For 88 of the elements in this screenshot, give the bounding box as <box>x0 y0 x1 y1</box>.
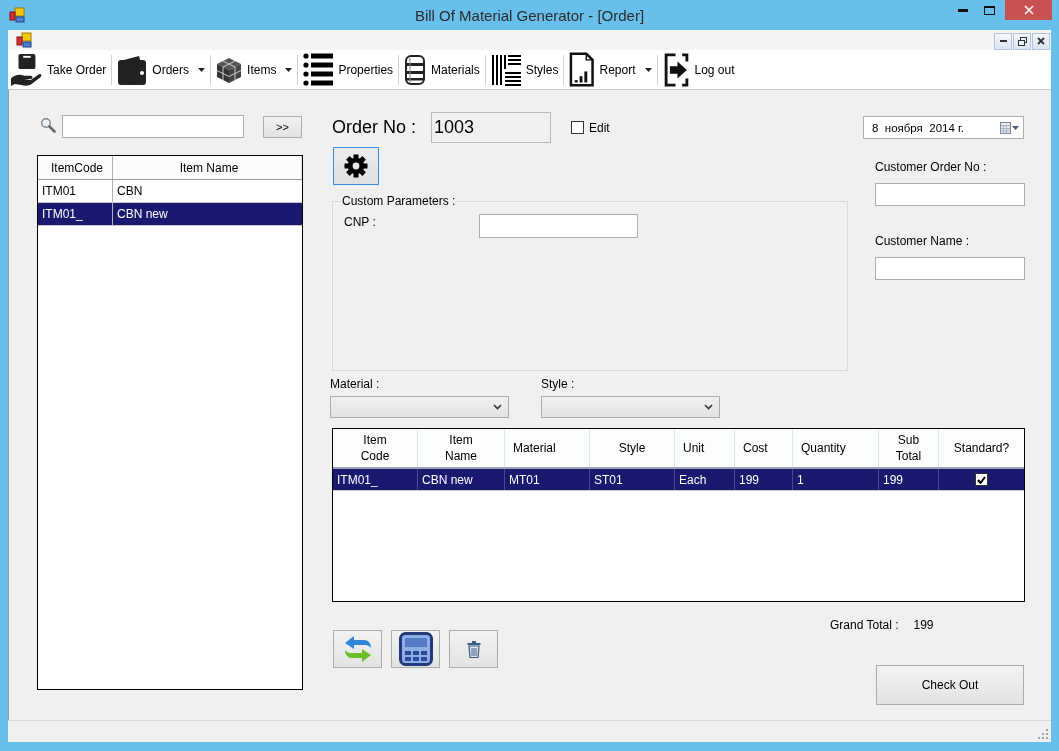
checkout-button[interactable]: Check Out <box>876 665 1024 705</box>
checkbox[interactable] <box>571 121 584 134</box>
calendar-icon <box>1000 121 1011 134</box>
caret-icon <box>644 67 652 72</box>
table-cell: ITM01_ <box>38 203 113 225</box>
toolbar-button[interactable]: Properties <box>301 50 396 89</box>
text-field[interactable] <box>875 183 1025 206</box>
gear-icon <box>344 154 368 178</box>
toolbar-button[interactable]: Report <box>567 50 654 89</box>
table-cell: Each <box>675 469 735 490</box>
order-number-label: Order No : <box>332 117 418 138</box>
close-button[interactable] <box>1032 32 1050 50</box>
lines-pattern-icon <box>490 53 521 86</box>
column-header[interactable]: Quantity <box>793 429 879 467</box>
calculator-icon <box>398 632 433 666</box>
delete-button[interactable] <box>449 630 498 668</box>
text-field[interactable] <box>479 214 638 238</box>
calculator-button[interactable] <box>391 630 440 668</box>
caret-icon <box>198 67 206 72</box>
table-cell: 199 <box>879 469 939 490</box>
restore-icon <box>1017 36 1027 46</box>
toolbar-button[interactable]: Items <box>214 50 295 89</box>
tick-icon <box>977 475 986 484</box>
column-header[interactable]: Unit <box>675 429 735 467</box>
column-header[interactable]: Style <box>590 429 675 467</box>
door-arrow-icon <box>662 52 690 87</box>
search-field[interactable] <box>62 115 244 138</box>
close-icon <box>1023 5 1034 15</box>
column-header[interactable]: Item Name <box>113 156 302 179</box>
table-cell: ITM01 <box>38 180 113 202</box>
field-label: Customer Name : <box>875 234 971 248</box>
close-icon <box>1037 37 1045 45</box>
table-cell: MT01 <box>505 469 590 490</box>
table-cell: ST01 <box>590 469 675 490</box>
column-header[interactable]: Standard? <box>939 429 1024 467</box>
caret-icon <box>285 67 293 72</box>
app-icon <box>16 32 32 48</box>
toolbar-button[interactable]: Styles <box>488 50 561 89</box>
table-cell: CBN new <box>418 469 505 490</box>
caret-icon <box>1012 125 1019 130</box>
restore-button[interactable] <box>1013 32 1031 50</box>
field-label: CNP : <box>344 214 377 229</box>
app-icon <box>9 7 25 23</box>
chevron-icon <box>493 404 502 410</box>
swap-button[interactable] <box>333 630 382 668</box>
table-row[interactable]: ITM01_ CBN new <box>38 203 302 226</box>
grand-total-value: 199 <box>913 618 934 632</box>
wallet-icon <box>117 53 148 86</box>
toolbar-button[interactable]: Log out <box>660 50 737 89</box>
minimize-icon <box>957 8 968 12</box>
search-button[interactable]: >> <box>263 115 302 138</box>
table-cell-text: CBN <box>116 183 144 200</box>
column-header[interactable]: Item Code <box>333 429 418 467</box>
resize-grip-icon <box>1038 729 1049 740</box>
grand-total-label: Grand Total : <box>830 618 899 632</box>
maximize-icon <box>984 5 995 15</box>
table-cell: 1 <box>793 469 879 490</box>
table-row[interactable]: ITM01_ CBN new MT01 ST01 Each 199 1 199 <box>333 469 1024 491</box>
column-header[interactable]: Material <box>505 429 590 467</box>
search-icon <box>40 116 56 133</box>
table-cell: 199 <box>735 469 793 490</box>
checkbox-label[interactable]: Edit <box>589 120 610 135</box>
field-label: Style : <box>541 377 576 391</box>
cube-icon <box>216 55 243 84</box>
list-icon <box>303 51 334 88</box>
barrel-icon <box>404 53 427 86</box>
group-title: Custom Parameters : <box>341 194 457 208</box>
column-header[interactable]: Item Name <box>418 429 505 467</box>
minimize-button[interactable] <box>994 32 1012 50</box>
minimize-icon <box>999 40 1007 42</box>
toolbar-button[interactable]: Materials <box>402 50 482 89</box>
table-cell-text: CBN new <box>116 206 169 223</box>
field-label: Customer Order No : <box>875 160 988 174</box>
column-header[interactable]: Sub Total <box>879 429 939 467</box>
trash-icon <box>466 640 481 658</box>
date-picker[interactable]: 8 ноября 2014 г. <box>863 116 1024 139</box>
text-field[interactable] <box>875 257 1025 280</box>
window-title: Bill Of Material Generator - [Order] <box>414 6 645 24</box>
chevron-icon <box>704 404 713 410</box>
order-number-field[interactable]: 1003 <box>431 112 551 143</box>
table-cell: ITM01_ <box>333 469 418 490</box>
checkbox[interactable] <box>975 473 988 486</box>
toolbar-button[interactable]: Take Order <box>8 50 109 89</box>
settings-button[interactable] <box>333 147 379 185</box>
toolbar-button[interactable]: Orders <box>115 50 208 89</box>
column-header[interactable]: ItemCode <box>38 156 113 179</box>
field-label: Material : <box>330 377 381 391</box>
column-header[interactable]: Cost <box>735 429 793 467</box>
